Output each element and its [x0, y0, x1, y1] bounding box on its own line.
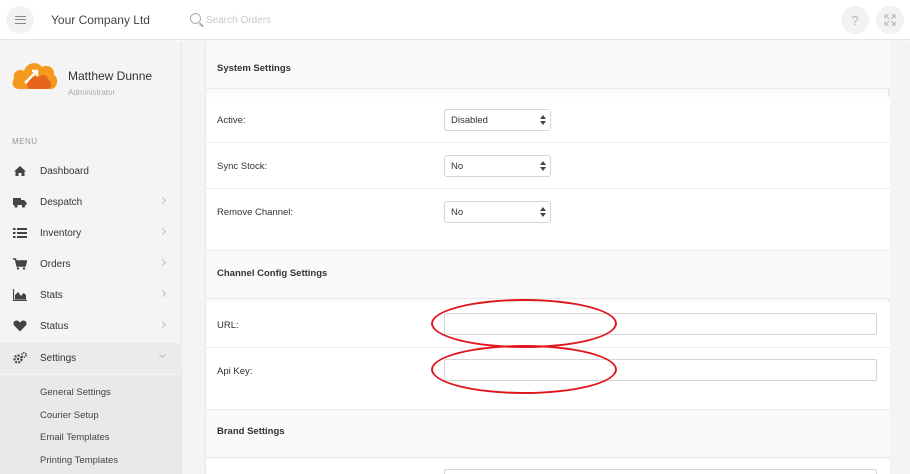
- sidebar-item-despatch[interactable]: Despatch: [0, 187, 182, 218]
- sidebar-item-label: Dashboard: [40, 166, 89, 177]
- top-bar: Your Company Ltd ?: [0, 0, 910, 40]
- active-select-value: Disabled: [451, 115, 488, 126]
- settings-panel: System Settings Active: Disabled Sync St…: [205, 41, 890, 474]
- fullscreen-button[interactable]: [876, 6, 904, 34]
- menu-heading: MENU: [12, 137, 38, 146]
- sidebar-item-label: Status: [40, 321, 69, 332]
- section-title: Brand Settings: [217, 426, 285, 437]
- sidebar-item-dashboard[interactable]: Dashboard: [0, 156, 182, 187]
- select-arrows-icon: [540, 160, 546, 173]
- sidebar-item-label: Despatch: [40, 197, 83, 208]
- api-key-label: Api Key:: [217, 366, 253, 377]
- heart-icon: [13, 320, 27, 332]
- annotation-ellipse-url: [431, 299, 617, 348]
- active-select[interactable]: Disabled: [444, 109, 551, 131]
- sidebar-item-label: Stats: [40, 290, 63, 301]
- annotation-ellipse-api-key: [431, 345, 617, 394]
- submenu-item-courier-setup[interactable]: Courier Setup: [40, 410, 99, 421]
- sync-stock-select-value: No: [451, 161, 464, 172]
- active-row: Active: Disabled: [206, 97, 890, 143]
- search-input[interactable]: [206, 10, 406, 30]
- expand-icon: [884, 14, 896, 26]
- truck-icon: [13, 198, 27, 208]
- sidebar-item-label: Settings: [40, 353, 77, 364]
- remove-channel-select-value: No: [451, 207, 464, 218]
- sidebar-item-status[interactable]: Status: [0, 311, 182, 342]
- search-icon: [190, 13, 201, 24]
- sidebar-item-label: Inventory: [40, 228, 82, 239]
- cogs-icon: [13, 352, 27, 364]
- sidebar-item-stats[interactable]: Stats: [0, 280, 182, 311]
- sidebar-item-orders[interactable]: Orders: [0, 249, 182, 280]
- chevron-right-icon: [158, 258, 167, 267]
- submenu-item-general-settings[interactable]: General Settings: [40, 387, 111, 398]
- question-icon: ?: [851, 12, 859, 28]
- hamburger-icon: [14, 16, 26, 24]
- brand-settings-header: Brand Settings: [206, 410, 890, 458]
- remove-channel-row: Remove Channel: No: [206, 189, 890, 251]
- chevron-right-icon: [158, 320, 167, 329]
- submenu-item-email-templates[interactable]: Email Templates: [40, 432, 110, 443]
- chevron-down-icon: [158, 350, 167, 359]
- sync-stock-label: Sync Stock:: [217, 161, 268, 172]
- select-arrows-icon: [540, 206, 546, 219]
- active-label: Active:: [217, 115, 246, 126]
- company-logo: [12, 63, 58, 89]
- submenu-item-printing-templates[interactable]: Printing Templates: [40, 455, 118, 466]
- remove-channel-select[interactable]: No: [444, 201, 551, 223]
- user-profile: Matthew Dunne Administrator: [0, 41, 182, 123]
- cart-icon: [13, 258, 27, 270]
- brand-settings-row: [206, 459, 890, 474]
- system-settings-header: System Settings: [206, 41, 890, 89]
- section-title: System Settings: [217, 63, 291, 74]
- home-icon: [14, 166, 26, 176]
- sidebar: Matthew Dunne Administrator MENU Dashboa…: [0, 41, 182, 474]
- chevron-right-icon: [158, 227, 167, 236]
- sidebar-item-settings[interactable]: Settings: [0, 343, 182, 374]
- chevron-right-icon: [158, 196, 167, 205]
- sync-stock-row: Sync Stock: No: [206, 143, 890, 189]
- remove-channel-label: Remove Channel:: [217, 207, 294, 218]
- url-label: URL:: [217, 320, 239, 331]
- main-content: System Settings Active: Disabled Sync St…: [182, 41, 910, 474]
- select-arrows-icon: [540, 114, 546, 127]
- area-chart-icon: [13, 289, 27, 301]
- menu-toggle-button[interactable]: [6, 6, 34, 34]
- sidebar-item-label: Orders: [40, 259, 71, 270]
- help-button[interactable]: ?: [841, 6, 869, 34]
- user-name: Matthew Dunne: [68, 69, 153, 83]
- chevron-right-icon: [158, 289, 167, 298]
- sync-stock-select[interactable]: No: [444, 155, 551, 177]
- section-title: Channel Config Settings: [217, 268, 328, 279]
- brand-field[interactable]: [444, 469, 877, 474]
- channel-config-header: Channel Config Settings: [206, 251, 890, 299]
- sidebar-item-inventory[interactable]: Inventory: [0, 218, 182, 249]
- list-icon: [13, 228, 27, 238]
- user-role: Administrator: [68, 88, 116, 97]
- company-name: Your Company Ltd: [51, 13, 150, 27]
- settings-submenu: General Settings Courier Setup Email Tem…: [0, 375, 182, 474]
